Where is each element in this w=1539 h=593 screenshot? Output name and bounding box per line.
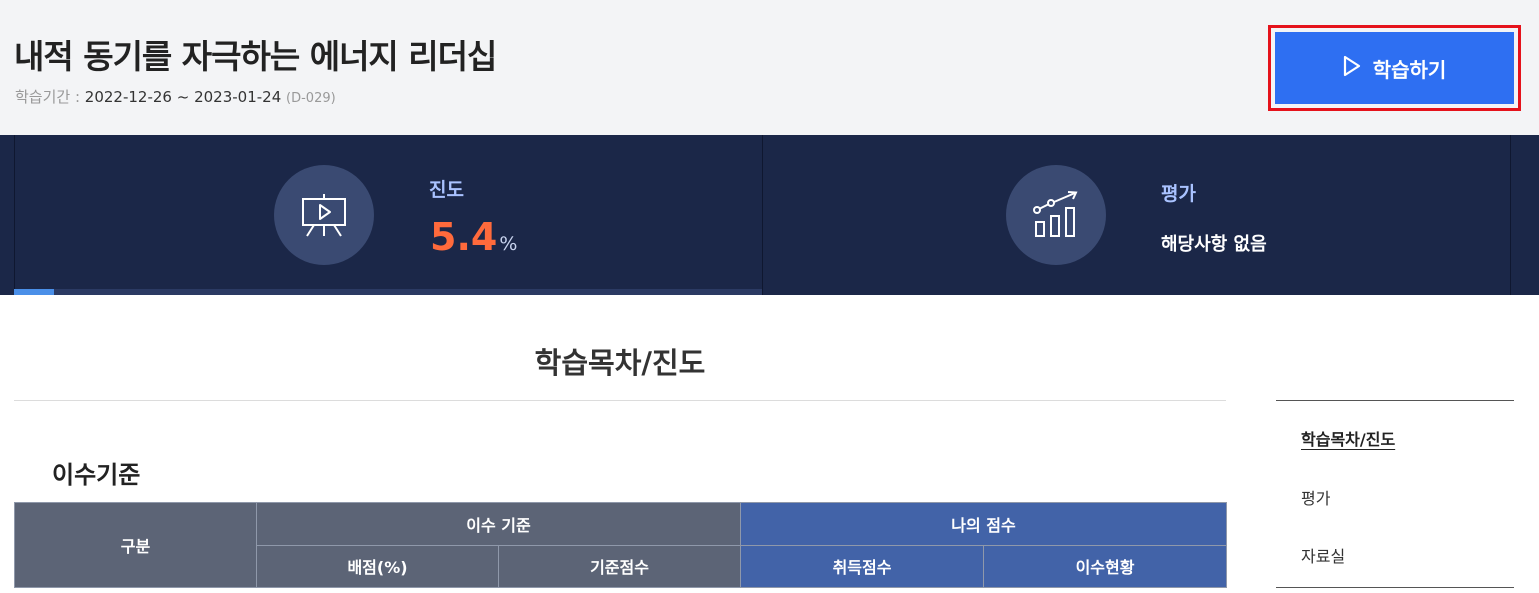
study-period-label: 학습기간 : [15,88,85,106]
col-category: 구분 [14,502,257,588]
side-nav-item-evaluation[interactable]: 평가 [1301,485,1330,509]
study-period-value: 2022-12-26 ~ 2023-01-24 [84,88,282,106]
progress-value: 5.4% [430,215,517,259]
progress-stat: 진도 5.4% [14,135,763,295]
study-button[interactable]: 학습하기 [1275,32,1514,104]
progress-label: 진도 [429,179,464,201]
group-criteria: 이수 기준 [255,502,742,546]
evaluation-stat: 평가 해당사항 없음 [763,135,1511,295]
col-completion-status: 이수현황 [983,544,1228,588]
side-nav-item-contents[interactable]: 학습목차/진도 [1301,426,1395,450]
chart-growth-icon [1006,165,1106,265]
completion-criteria-table: 구분 이수 기준 나의 점수 배점(%) 기준점수 취득점수 이수현황 [14,502,1228,588]
study-button-label: 학습하기 [1372,57,1447,82]
study-period: 학습기간 : 2022-12-26 ~ 2023-01-24 (D-029) [15,86,336,107]
course-title: 내적 동기를 자극하는 에너지 리더십 [14,37,497,76]
dday-badge: (D-029) [286,91,336,106]
evaluation-label: 평가 [1161,183,1196,205]
table-header-row: 구분 이수 기준 나의 점수 [14,502,1228,588]
play-icon [1343,55,1361,82]
criteria-title: 이수기준 [52,461,141,489]
progress-bar [14,289,762,295]
side-nav: 학습목차/진도 평가 자료실 [1276,400,1514,588]
col-earned-score: 취득점수 [740,544,985,588]
section-title: 학습목차/진도 [534,346,706,380]
group-my-score: 나의 점수 [740,502,1228,546]
evaluation-status: 해당사항 없음 [1161,234,1267,255]
presentation-icon [274,165,374,265]
stats-panel: 진도 5.4% 평가 해당사항 없음 [0,135,1539,295]
progress-unit: % [499,233,518,255]
col-allocation: 배점(%) [256,544,499,588]
section-divider [14,400,1226,401]
col-base-score: 기준점수 [497,544,742,588]
study-button-highlight: 학습하기 [1268,25,1521,111]
progress-bar-fill [14,289,55,295]
course-header: 내적 동기를 자극하는 에너지 리더십 학습기간 : 2022-12-26 ~ … [0,0,1539,135]
progress-number: 5.4 [430,215,498,259]
side-nav-item-resources[interactable]: 자료실 [1301,543,1345,567]
